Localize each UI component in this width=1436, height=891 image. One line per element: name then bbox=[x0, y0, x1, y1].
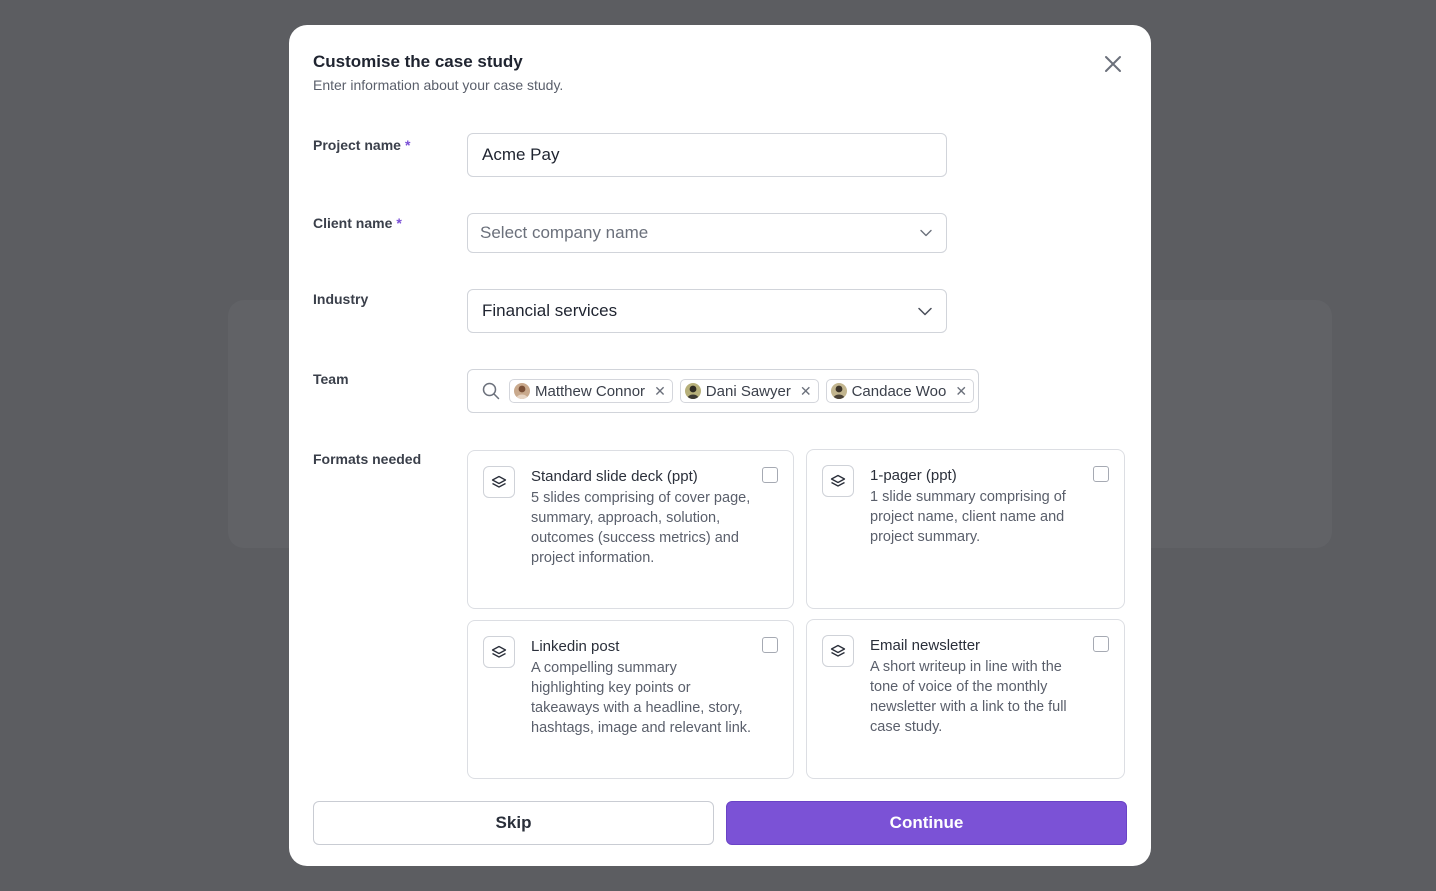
client-name-label: Client name * bbox=[313, 215, 402, 231]
industry-select[interactable]: Financial services bbox=[467, 289, 947, 333]
avatar bbox=[830, 383, 847, 399]
team-input[interactable]: Matthew Connor ✕ Dani Sawyer ✕ Candace W… bbox=[467, 369, 979, 413]
format-card-linkedin-post[interactable]: Linkedin post A compelling summary highl… bbox=[467, 620, 794, 779]
required-mark: * bbox=[404, 137, 411, 153]
client-name-placeholder: Select company name bbox=[480, 223, 649, 242]
layers-icon bbox=[483, 466, 515, 498]
format-card-slide-deck[interactable]: Standard slide deck (ppt) 5 slides compr… bbox=[467, 450, 794, 609]
customise-case-study-dialog: Customise the case study Enter informati… bbox=[289, 25, 1151, 866]
team-member-name: Dani Sawyer bbox=[705, 382, 791, 400]
skip-button[interactable]: Skip bbox=[313, 801, 714, 845]
format-card-one-pager[interactable]: 1-pager (ppt) 1 slide summary comprising… bbox=[806, 449, 1125, 609]
format-checkbox[interactable] bbox=[762, 637, 778, 653]
format-checkbox[interactable] bbox=[1093, 466, 1109, 482]
team-chip-candace-woo: Candace Woo ✕ bbox=[825, 379, 975, 403]
project-name-value: Acme Pay bbox=[482, 145, 560, 164]
chevron-down-icon bbox=[920, 229, 932, 237]
avatar bbox=[684, 383, 701, 399]
search-icon bbox=[482, 382, 500, 400]
team-member-name: Candace Woo bbox=[851, 382, 947, 400]
avatar bbox=[514, 383, 530, 399]
team-chip-dani-sawyer: Dani Sawyer ✕ bbox=[679, 379, 819, 403]
format-checkbox[interactable] bbox=[762, 467, 778, 483]
format-title: Email newsletter bbox=[870, 637, 981, 654]
project-name-label: Project name * bbox=[313, 137, 411, 153]
team-label: Team bbox=[313, 371, 349, 387]
format-description: 5 slides comprising of cover page, summa… bbox=[531, 490, 751, 566]
close-button[interactable] bbox=[1101, 52, 1125, 76]
format-card-email-newsletter[interactable]: Email newsletter A short writeup in line… bbox=[806, 619, 1125, 779]
team-chip-matthew-connor: Matthew Connor ✕ bbox=[509, 379, 673, 403]
remove-member-button[interactable]: ✕ bbox=[654, 384, 666, 398]
format-title: 1-pager (ppt) bbox=[870, 467, 957, 484]
format-description: 1 slide summary comprising of project na… bbox=[870, 489, 1066, 545]
industry-value: Financial services bbox=[482, 301, 618, 320]
remove-member-button[interactable]: ✕ bbox=[955, 384, 967, 398]
continue-button[interactable]: Continue bbox=[726, 801, 1127, 845]
team-member-name: Matthew Connor bbox=[535, 382, 646, 400]
client-name-select[interactable]: Select company name bbox=[467, 213, 947, 253]
format-title: Linkedin post bbox=[531, 638, 620, 655]
chevron-down-icon bbox=[918, 307, 932, 315]
format-title: Standard slide deck (ppt) bbox=[531, 468, 698, 485]
format-description: A short writeup in line with the tone of… bbox=[870, 659, 1067, 735]
close-icon bbox=[1105, 56, 1121, 72]
layers-icon bbox=[822, 635, 854, 667]
required-mark: * bbox=[396, 215, 402, 231]
dialog-title: Customise the case study bbox=[313, 52, 523, 71]
remove-member-button[interactable]: ✕ bbox=[800, 384, 812, 398]
format-checkbox[interactable] bbox=[1093, 636, 1109, 652]
layers-icon bbox=[822, 465, 854, 497]
format-description: A compelling summary highlighting key po… bbox=[531, 660, 752, 736]
formats-label: Formats needed bbox=[313, 451, 422, 467]
dialog-subtitle: Enter information about your case study. bbox=[313, 77, 564, 93]
project-name-input[interactable]: Acme Pay bbox=[467, 133, 947, 177]
industry-label: Industry bbox=[313, 291, 369, 307]
layers-icon bbox=[483, 636, 515, 668]
